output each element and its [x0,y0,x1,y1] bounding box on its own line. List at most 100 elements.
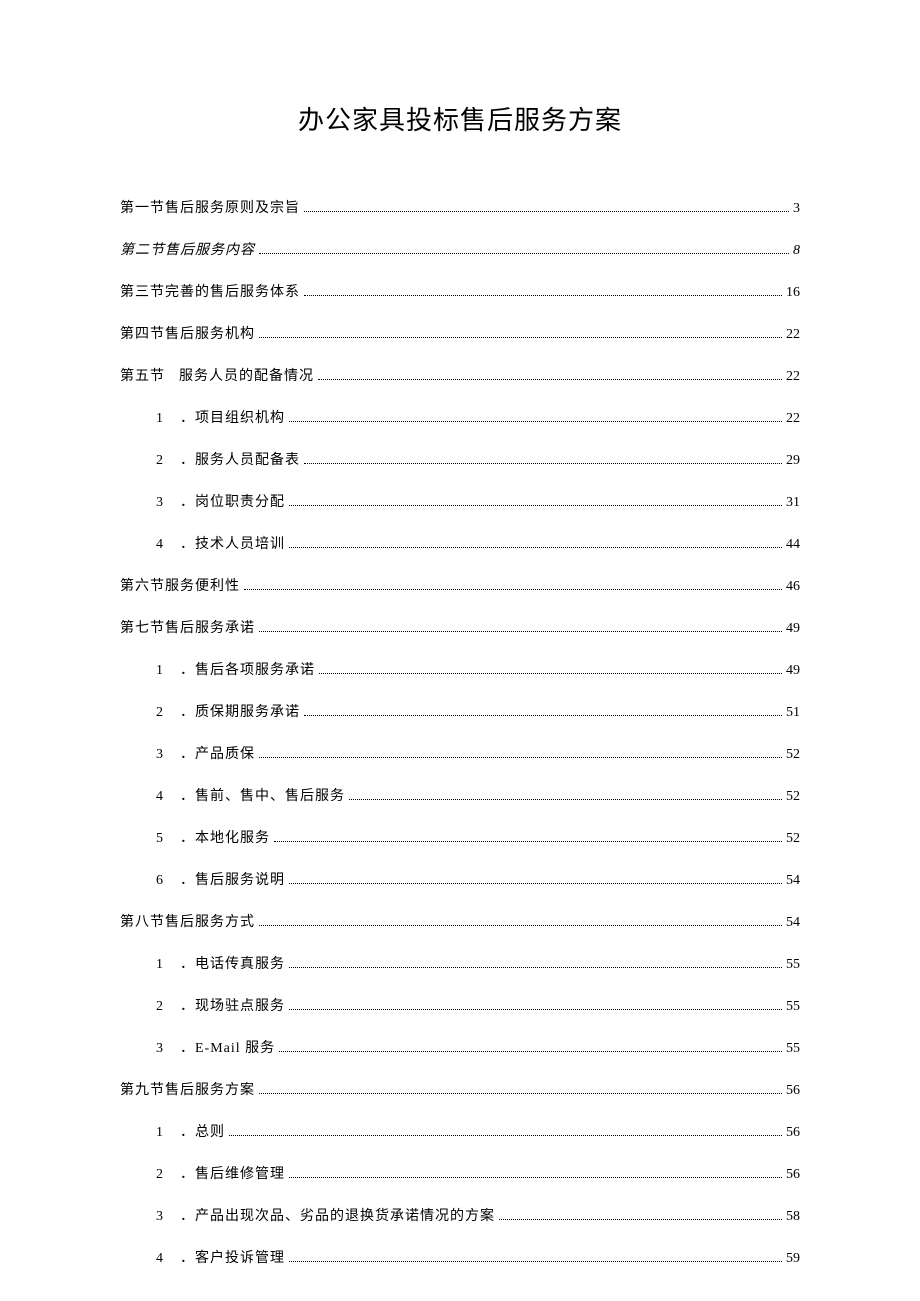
toc-entry: 2．售后维修管理56 [120,1163,800,1183]
toc-leader-dots [259,757,782,758]
toc-leader-dots [259,253,789,254]
toc-entry: 5 ．本地化服务 52 [120,827,800,847]
toc-entry-page: 55 [786,957,800,973]
toc-entry-page: 22 [786,369,800,385]
toc-entry-page: 56 [786,1125,800,1141]
toc-entry-page: 3 [793,201,800,217]
toc-entry: 第二节售后服务内容 8 [120,239,800,259]
toc-entry: 第六节服务便利性 46 [120,575,800,595]
toc-entry: 3 ．产品质保 52 [120,743,800,763]
toc-entry-label: 第六节服务便利性 [120,575,240,595]
toc-leader-dots [244,589,782,590]
toc-entry-label: 第九节售后服务方案 [120,1079,255,1099]
toc-entry-number: 1 [156,411,170,427]
toc-entry-number: 4 [156,1251,170,1267]
toc-leader-dots [304,463,782,464]
toc-entry-page: 29 [786,453,800,469]
toc-entry: 第七节售后服务承诺49 [120,617,800,637]
toc-entry-page: 58 [786,1209,800,1225]
toc-entry: 1 ．电话传真服务 55 [120,953,800,973]
toc-entry: 4．客户投诉管理59 [120,1247,800,1267]
toc-leader-dots [229,1135,782,1136]
toc-entry: 2．质保期服务承诺51 [120,701,800,721]
toc-entry: 第一节售后服务原则及宗旨 3 [120,197,800,217]
toc-leader-dots [319,673,782,674]
toc-entry-page: 22 [786,327,800,343]
toc-entry-label: ．岗位职责分配 [180,491,285,511]
toc-entry: 2 ．服务人员配备表 29 [120,449,800,469]
toc-entry-number: 1 [156,957,170,973]
toc-entry: 1 ．项目组织机构 22 [120,407,800,427]
toc-leader-dots [318,379,782,380]
toc-entry-page: 49 [786,621,800,637]
toc-leader-dots [289,421,782,422]
toc-entry-page: 8 [793,243,800,259]
toc-entry-number: 2 [156,705,170,721]
toc-entry-number: 3 [156,495,170,511]
toc-leader-dots [499,1219,782,1220]
toc-leader-dots [289,967,782,968]
toc-leader-dots [349,799,782,800]
toc-entry-label: 第二节售后服务内容 [120,239,255,259]
toc-entry-number: 1 [156,1125,170,1141]
toc-entry-label: 第四节售后服务机构 [120,323,255,343]
toc-entry-label: ．总则 [180,1121,225,1141]
toc-leader-dots [259,1093,782,1094]
toc-entry-label: ．产品质保 [180,743,255,763]
toc-entry-label: ．E-Mail 服务 [180,1037,275,1057]
toc-entry: 3 ．产品出现次品、劣品的退换货承诺情况的方案 58 [120,1205,800,1225]
toc-entry-label: ．售后各项服务承诺 [180,659,315,679]
toc-entry-page: 44 [786,537,800,553]
toc-entry-page: 52 [786,831,800,847]
toc-leader-dots [289,505,782,506]
toc-entry-number: 6 [156,873,170,889]
toc-entry: 2．现场驻点服务55 [120,995,800,1015]
toc-entry: 第三节完善的售后服务体系16 [120,281,800,301]
toc-leader-dots [304,715,782,716]
toc-entry-number: 2 [156,999,170,1015]
toc-entry: 第四节售后服务机构 22 [120,323,800,343]
toc-entry-page: 52 [786,747,800,763]
toc-leader-dots [304,295,782,296]
toc-entry-page: 54 [786,873,800,889]
toc-entry-page: 46 [786,579,800,595]
toc-entry-label: ．产品出现次品、劣品的退换货承诺情况的方案 [180,1205,495,1225]
toc-leader-dots [289,1261,782,1262]
toc-entry-number: 4 [156,789,170,805]
toc-entry-number: 5 [156,831,170,847]
toc-entry-number: 2 [156,453,170,469]
toc-entry-page: 56 [786,1167,800,1183]
toc-entry: 第九节售后服务方案56 [120,1079,800,1099]
toc-entry-label: ．服务人员配备表 [180,449,300,469]
toc-entry-page: 51 [786,705,800,721]
toc-entry-label: ．售后服务说明 [180,869,285,889]
toc-leader-dots [259,337,782,338]
toc-entry-label: ．技术人员培训 [180,533,285,553]
toc-entry-label: ．项目组织机构 [180,407,285,427]
toc-entry-label2: 服务人员的配备情况 [179,365,314,385]
toc-entry: 3．E-Mail 服务55 [120,1037,800,1057]
toc-entry-number: 3 [156,747,170,763]
toc-entry-label: 第一节售后服务原则及宗旨 [120,197,300,217]
toc-entry-label: ．本地化服务 [180,827,270,847]
toc-entry-label: ．电话传真服务 [180,953,285,973]
toc-entry-number: 4 [156,537,170,553]
toc-entry-page: 22 [786,411,800,427]
toc-entry: 6 ．售后服务说明 54 [120,869,800,889]
toc-entry-label: 第五节 [120,365,165,385]
toc-leader-dots [289,883,782,884]
toc-leader-dots [259,631,782,632]
toc-entry: 4．售前、售中、售后服务52 [120,785,800,805]
toc-entry-label: ．客户投诉管理 [180,1247,285,1267]
toc-entry: 1 ．总则 56 [120,1121,800,1141]
table-of-contents: 第一节售后服务原则及宗旨 3 第二节售后服务内容 8 第三节完善的售后服务体系16 第四节… [120,197,800,1267]
toc-entry-page: 52 [786,789,800,805]
toc-entry-number: 3 [156,1209,170,1225]
toc-leader-dots [259,925,782,926]
toc-leader-dots [274,841,782,842]
toc-leader-dots [289,1009,782,1010]
toc-leader-dots [304,211,789,212]
toc-entry-number: 1 [156,663,170,679]
toc-entry-page: 55 [786,999,800,1015]
toc-leader-dots [289,547,782,548]
